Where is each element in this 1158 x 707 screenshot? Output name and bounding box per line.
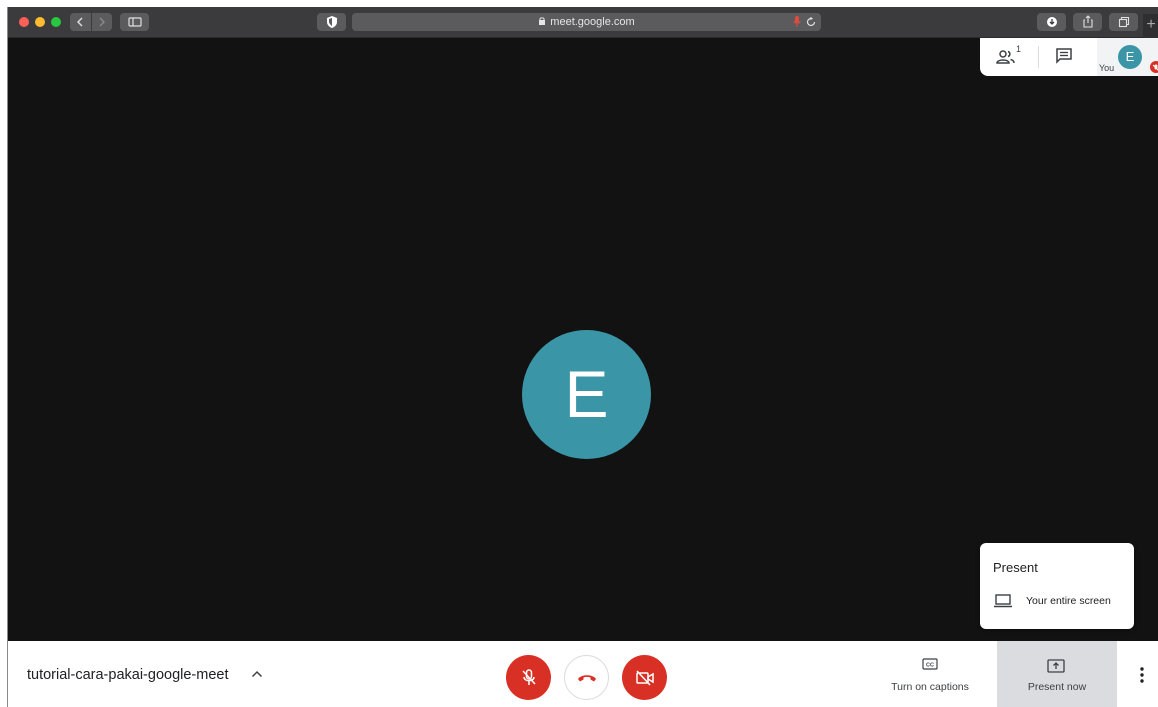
meet-top-panel: 1 E You [980, 38, 1158, 76]
shield-icon [326, 16, 337, 28]
browser-toolbar: meet.google.com + [8, 7, 1158, 38]
download-icon [1046, 17, 1057, 27]
chat-icon [1056, 48, 1072, 64]
svg-text:CC: CC [926, 663, 934, 669]
present-menu: Present Your entire screen [980, 543, 1134, 629]
zoom-window-button[interactable] [51, 17, 61, 27]
chat-button[interactable] [1055, 47, 1077, 69]
address-bar[interactable]: meet.google.com [352, 13, 821, 31]
show-everyone-button[interactable]: 1 [996, 44, 1026, 68]
laptop-icon [993, 594, 1013, 608]
url-text: meet.google.com [352, 13, 821, 31]
share-icon [1082, 15, 1093, 28]
chevron-up-icon[interactable] [251, 670, 263, 678]
close-window-button[interactable] [19, 17, 29, 27]
muted-indicator-icon [1150, 61, 1158, 73]
forward-button[interactable] [90, 13, 113, 31]
panel-divider [1038, 46, 1039, 68]
present-menu-title: Present [993, 560, 1038, 575]
shield-extension-button[interactable] [317, 13, 346, 31]
present-entire-screen-option[interactable]: Your entire screen [980, 589, 1134, 613]
browser-window: meet.google.com + 1 E You E Present Your… [7, 7, 1158, 707]
hangup-icon [577, 674, 596, 681]
sidebar-toggle-button[interactable] [120, 13, 149, 31]
lock-icon [539, 17, 546, 25]
nav-buttons [70, 13, 112, 31]
tab-overview-button[interactable] [1109, 13, 1138, 31]
captions-icon: CC [922, 658, 938, 670]
microphone-toggle-button[interactable] [506, 655, 551, 700]
camera-toggle-button[interactable] [622, 655, 667, 700]
meeting-name[interactable]: tutorial-cara-pakai-google-meet [27, 667, 229, 683]
reload-icon[interactable] [805, 16, 817, 28]
present-now-label: Present now [1027, 681, 1087, 693]
present-now-button[interactable]: Present now [997, 641, 1117, 707]
chevron-right-icon [99, 17, 105, 27]
chevron-left-icon [77, 17, 83, 27]
downloads-button[interactable] [1037, 13, 1066, 31]
self-view-tile[interactable]: E You [1097, 38, 1158, 76]
meet-control-bar: tutorial-cara-pakai-google-meet CC Turn … [8, 641, 1158, 707]
participant-count: 1 [1016, 44, 1022, 54]
present-option-label: Your entire screen [1026, 595, 1111, 607]
sidebar-icon [127, 17, 142, 27]
leave-call-button[interactable] [564, 655, 609, 700]
present-icon [1047, 659, 1065, 673]
mic-off-icon [521, 668, 536, 685]
captions-label: Turn on captions [891, 681, 969, 693]
self-avatar: E [1118, 45, 1142, 69]
tabs-icon [1118, 16, 1129, 28]
participant-avatar: E [522, 330, 651, 459]
minimize-window-button[interactable] [35, 17, 45, 27]
share-button[interactable] [1073, 13, 1102, 31]
mic-recording-icon[interactable] [793, 16, 801, 28]
captions-button[interactable]: CC Turn on captions [880, 641, 980, 707]
people-icon [996, 50, 1015, 64]
more-vert-icon[interactable] [1134, 665, 1150, 685]
self-label: You [1099, 63, 1115, 73]
new-tab-button[interactable]: + [1143, 14, 1158, 38]
back-button[interactable] [70, 13, 91, 31]
camera-off-icon [635, 669, 654, 686]
